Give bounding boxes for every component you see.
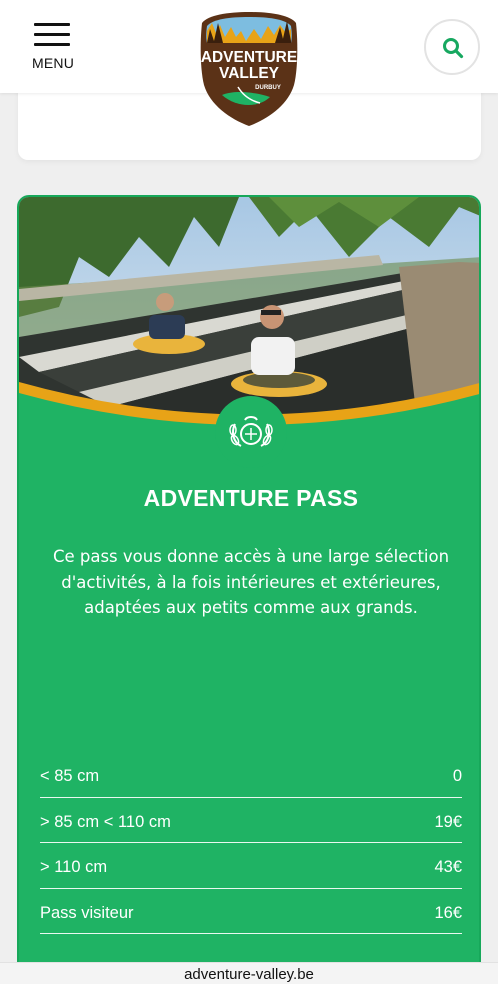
price-label: Pass visiteur bbox=[40, 903, 134, 922]
search-button[interactable] bbox=[424, 19, 480, 75]
price-row: Pass visiteur 16€ bbox=[40, 889, 462, 934]
price-row: > 85 cm < 110 cm 19€ bbox=[40, 798, 462, 843]
pass-description: Ce pass vous donne accès à une large sél… bbox=[52, 547, 450, 617]
laurel-emblem-icon bbox=[229, 416, 273, 447]
adventure-valley-logo[interactable]: ADVENTURE VALLEY DURBUY bbox=[198, 11, 300, 127]
logo-line-1: ADVENTURE bbox=[201, 49, 297, 66]
badge-circle bbox=[215, 396, 287, 468]
price-value: 0 bbox=[452, 767, 462, 785]
pass-title: ADVENTURE PASS bbox=[143, 485, 359, 511]
price-list: < 85 cm 0 > 85 cm < 110 cm 19€ > 110 cm … bbox=[40, 752, 462, 934]
price-row: < 85 cm 0 bbox=[40, 752, 462, 798]
price-value: 16€ bbox=[434, 903, 462, 922]
adventure-pass-card[interactable]: ADVENTURE PASS Ce pass vous donne accès … bbox=[17, 195, 481, 984]
price-label: > 110 cm bbox=[40, 858, 108, 876]
logo-line-2: VALLEY bbox=[219, 65, 280, 82]
price-value: 43€ bbox=[434, 858, 462, 876]
price-label: < 85 cm bbox=[40, 767, 100, 785]
price-value: 19€ bbox=[434, 812, 462, 831]
browser-url: adventure-valley.be bbox=[184, 966, 314, 983]
hamburger-icon bbox=[34, 23, 70, 47]
browser-url-bar[interactable]: adventure-valley.be bbox=[0, 962, 498, 984]
price-row: > 110 cm 43€ bbox=[40, 843, 462, 889]
logo-line-3: DURBUY bbox=[255, 85, 281, 91]
menu-label: MENU bbox=[31, 55, 75, 71]
menu-button[interactable]: MENU bbox=[28, 20, 78, 76]
price-label: > 85 cm < 110 cm bbox=[40, 812, 171, 831]
search-icon bbox=[443, 38, 464, 59]
